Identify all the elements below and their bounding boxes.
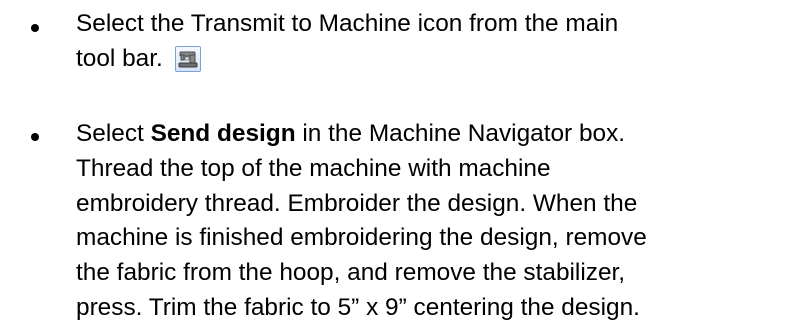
text-line: embroidery thread. Embroider the design.… [76,189,638,217]
text-segment: tool bar. [76,44,163,72]
instruction-list: Select the Transmit to Machine icon from… [0,0,807,326]
text-segment: in the Machine Navigator box. [295,120,626,147]
text-line: Select Send design in the Machine Naviga… [76,117,801,152]
bold-text: Send design [150,120,296,147]
text-line: machine is finished embroidering the des… [76,224,647,252]
text-line: Select the Transmit to Machine icon from… [76,10,619,37]
bullet-icon [31,24,39,32]
bullet-icon [31,133,39,141]
sewing-machine-icon [174,45,201,72]
text-line: tool bar. [76,42,801,77]
text-line: the fabric from the hoop, and remove the… [76,259,626,287]
list-item-text: Select the Transmit to Machine icon from… [76,7,801,77]
text-line: Thread the top of the machine with machi… [76,154,551,182]
list-item-text: Select Send design in the Machine Naviga… [76,117,801,326]
text-segment: Select [76,120,151,147]
text-line: press. Trim the fabric to 5” x 9” center… [76,293,640,321]
